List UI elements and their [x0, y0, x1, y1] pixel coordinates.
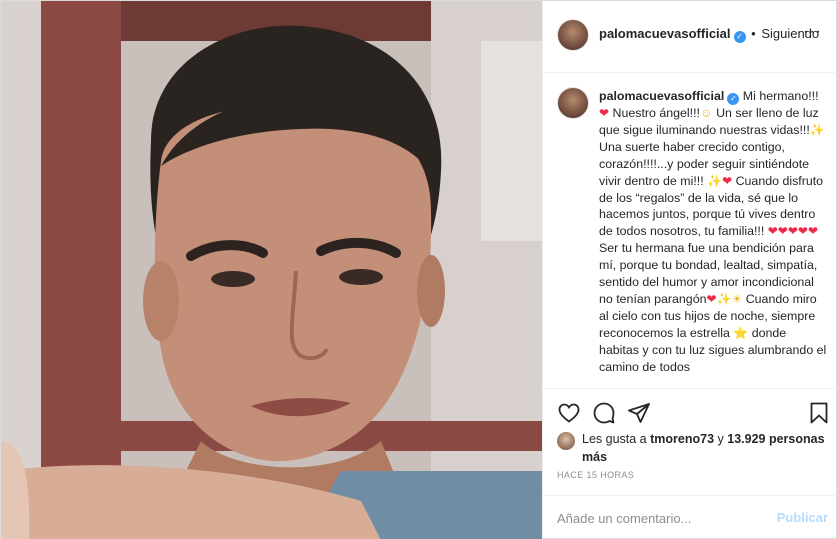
- author-line: palomacuevasofficial ✓ • Siguiendo: [599, 26, 819, 43]
- caption-area: palomacuevasofficial ✓ Mi hermano!!! ❤ Nue…: [543, 73, 837, 389]
- separator-dot: •: [751, 26, 756, 41]
- likes-text: Les gusta a tmoreno73 y 13.929 personas …: [582, 430, 827, 466]
- action-bar: [543, 389, 837, 435]
- caption-segment: Mi hermano!!!: [742, 89, 819, 103]
- caption-segment: Nuestro ángel!!!: [612, 106, 700, 120]
- likes-prefix: Les gusta a: [582, 432, 647, 446]
- caption-avatar[interactable]: [557, 87, 589, 119]
- publish-button[interactable]: Publicar: [777, 510, 828, 525]
- caption-text: palomacuevasofficial ✓ Mi hermano!!! ❤ Nue…: [599, 88, 827, 376]
- caption-username[interactable]: palomacuevasofficial: [599, 89, 724, 103]
- comment-input[interactable]: [557, 507, 757, 529]
- heart-icon[interactable]: [557, 401, 581, 425]
- smiling-face-emoji-icon: ☺: [700, 106, 713, 120]
- sparkles-emoji-icon: ✨: [707, 173, 723, 188]
- verified-badge-icon: ✓: [727, 93, 740, 105]
- post-header: palomacuevasofficial ✓ • Siguiendo ···: [543, 1, 837, 73]
- liker-avatar[interactable]: [557, 432, 575, 450]
- hearts-emoji-icon: ❤❤❤❤❤: [767, 224, 819, 239]
- sparkles-emoji-icon: ✨: [716, 291, 732, 306]
- comment-bar: Publicar: [543, 495, 837, 539]
- post-timestamp[interactable]: Hace 15 horas: [557, 470, 634, 480]
- bookmark-icon[interactable]: [807, 401, 831, 425]
- author-username[interactable]: palomacuevasofficial: [599, 26, 731, 41]
- star-emoji-icon: ⭐: [733, 325, 749, 340]
- ellipsis-icon[interactable]: ···: [803, 24, 822, 40]
- likes-connector: y: [717, 432, 724, 446]
- post-photo[interactable]: [1, 1, 542, 539]
- portrait-illustration: [1, 1, 542, 539]
- comment-icon[interactable]: [592, 401, 616, 425]
- post-sidebar: palomacuevasofficial ✓ • Siguiendo ··· pa…: [542, 1, 837, 539]
- heart-emoji-icon: ❤: [722, 173, 733, 188]
- author-avatar[interactable]: [557, 19, 589, 51]
- heart-emoji-icon: ❤: [599, 106, 610, 120]
- sparkles-emoji-icon: ✨: [809, 122, 825, 137]
- sun-emoji-icon: ☀: [731, 291, 743, 306]
- paper-plane-icon[interactable]: [627, 401, 651, 425]
- instagram-post: palomacuevasofficial ✓ • Siguiendo ··· pa…: [0, 0, 837, 539]
- heart-emoji-icon: ❤: [706, 291, 717, 306]
- liker-username[interactable]: tmoreno73: [650, 432, 714, 446]
- verified-badge-icon: ✓: [733, 31, 746, 43]
